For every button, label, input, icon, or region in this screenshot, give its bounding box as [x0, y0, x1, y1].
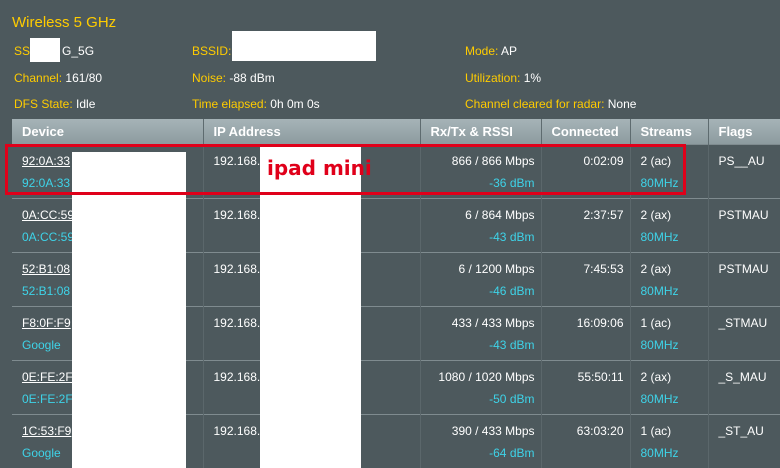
mode-label: Mode:: [465, 44, 499, 58]
rate-value: 6 / 864 Mbps: [465, 208, 535, 222]
rssi-value: -43 dBm: [489, 230, 535, 244]
column-header-streams: Streams: [630, 119, 709, 145]
bssid-redaction: [232, 31, 376, 61]
noise-label: Noise:: [192, 71, 227, 85]
dfs-info: DFS State: Idle: [14, 97, 95, 111]
radar-label: Channel cleared for radar:: [465, 97, 605, 111]
bandwidth-value: 80MHz: [640, 230, 679, 244]
ip-redaction: [260, 145, 361, 468]
rssi-value: -46 dBm: [489, 284, 535, 298]
rate-value: 433 / 433 Mbps: [451, 316, 535, 330]
bandwidth-value: 80MHz: [640, 176, 679, 190]
streams-value: 2 (ax): [640, 208, 672, 222]
streams-value: 2 (ax): [640, 370, 672, 384]
column-header-device: Device: [12, 119, 204, 145]
noise-value: -88 dBm: [229, 71, 275, 85]
rssi-value: -50 dBm: [489, 392, 535, 406]
ssid-redaction: [30, 38, 60, 62]
dfs-value: Idle: [76, 97, 96, 111]
flags-value: PS__AU: [718, 154, 765, 168]
mode-value: AP: [501, 44, 518, 58]
bssid-label: BSSID:: [192, 44, 232, 58]
utilization-label: Utilization:: [465, 71, 521, 85]
streams-value: 1 (ac): [640, 424, 672, 438]
connected-time: 0:02:09: [583, 154, 624, 168]
connected-time: 63:03:20: [576, 424, 624, 438]
column-header-connected: Connected: [541, 119, 631, 145]
elapsed-value: 0h 0m 0s: [270, 97, 320, 111]
bandwidth-value: 80MHz: [640, 392, 679, 406]
utilization-info: Utilization: 1%: [465, 71, 541, 85]
elapsed-label: Time elapsed:: [192, 97, 267, 111]
rssi-value: -64 dBm: [489, 446, 535, 460]
radar-info: Channel cleared for radar: None: [465, 97, 636, 111]
rate-value: 866 / 866 Mbps: [451, 154, 535, 168]
mode-info: Mode: AP: [465, 44, 517, 58]
rate-value: 1080 / 1020 Mbps: [438, 370, 535, 384]
column-header-rxtx: Rx/Tx & RSSI: [420, 119, 542, 145]
table-header-row: Device IP Address Rx/Tx & RSSI Connected…: [12, 119, 780, 145]
bandwidth-value: 80MHz: [640, 284, 679, 298]
radar-value: None: [607, 97, 637, 111]
section-title: Wireless 5 GHz: [12, 14, 117, 31]
dfs-label: DFS State:: [14, 97, 73, 111]
elapsed-info: Time elapsed: 0h 0m 0s: [192, 97, 320, 111]
flags-value: _S_MAU: [718, 370, 767, 384]
bandwidth-value: 80MHz: [640, 338, 679, 352]
ssid-value: G_5G: [62, 44, 95, 58]
bssid-info: BSSID:: [192, 44, 231, 58]
channel-info: Channel: 161/80: [14, 71, 102, 85]
annotation-label: ipad mini: [267, 156, 372, 180]
flags-value: PSTMAU: [718, 262, 769, 276]
streams-value: 2 (ax): [640, 262, 672, 276]
rssi-value: -43 dBm: [489, 338, 535, 352]
connected-time: 7:45:53: [583, 262, 624, 276]
noise-info: Noise: -88 dBm: [192, 71, 275, 85]
connected-time: 55:50:11: [577, 370, 624, 384]
utilization-value: 1%: [523, 71, 542, 85]
streams-value: 1 (ac): [640, 316, 672, 330]
rate-value: 6 / 1200 Mbps: [458, 262, 535, 276]
connected-time: 16:09:06: [576, 316, 624, 330]
streams-value: 2 (ac): [640, 154, 672, 168]
ssid-label: SS: [14, 44, 31, 58]
flags-value: _ST_AU: [718, 424, 764, 438]
column-header-ip: IP Address: [203, 119, 421, 145]
device-redaction: [72, 152, 186, 468]
rssi-value: -36 dBm: [489, 176, 535, 190]
rate-value: 390 / 433 Mbps: [451, 424, 535, 438]
column-header-flags: Flags: [708, 119, 780, 145]
flags-value: _STMAU: [718, 316, 768, 330]
flags-value: PSTMAU: [718, 208, 769, 222]
bandwidth-value: 80MHz: [640, 446, 679, 460]
channel-value: 161/80: [65, 71, 103, 85]
connected-time: 2:37:57: [583, 208, 624, 222]
channel-label: Channel:: [14, 71, 63, 85]
